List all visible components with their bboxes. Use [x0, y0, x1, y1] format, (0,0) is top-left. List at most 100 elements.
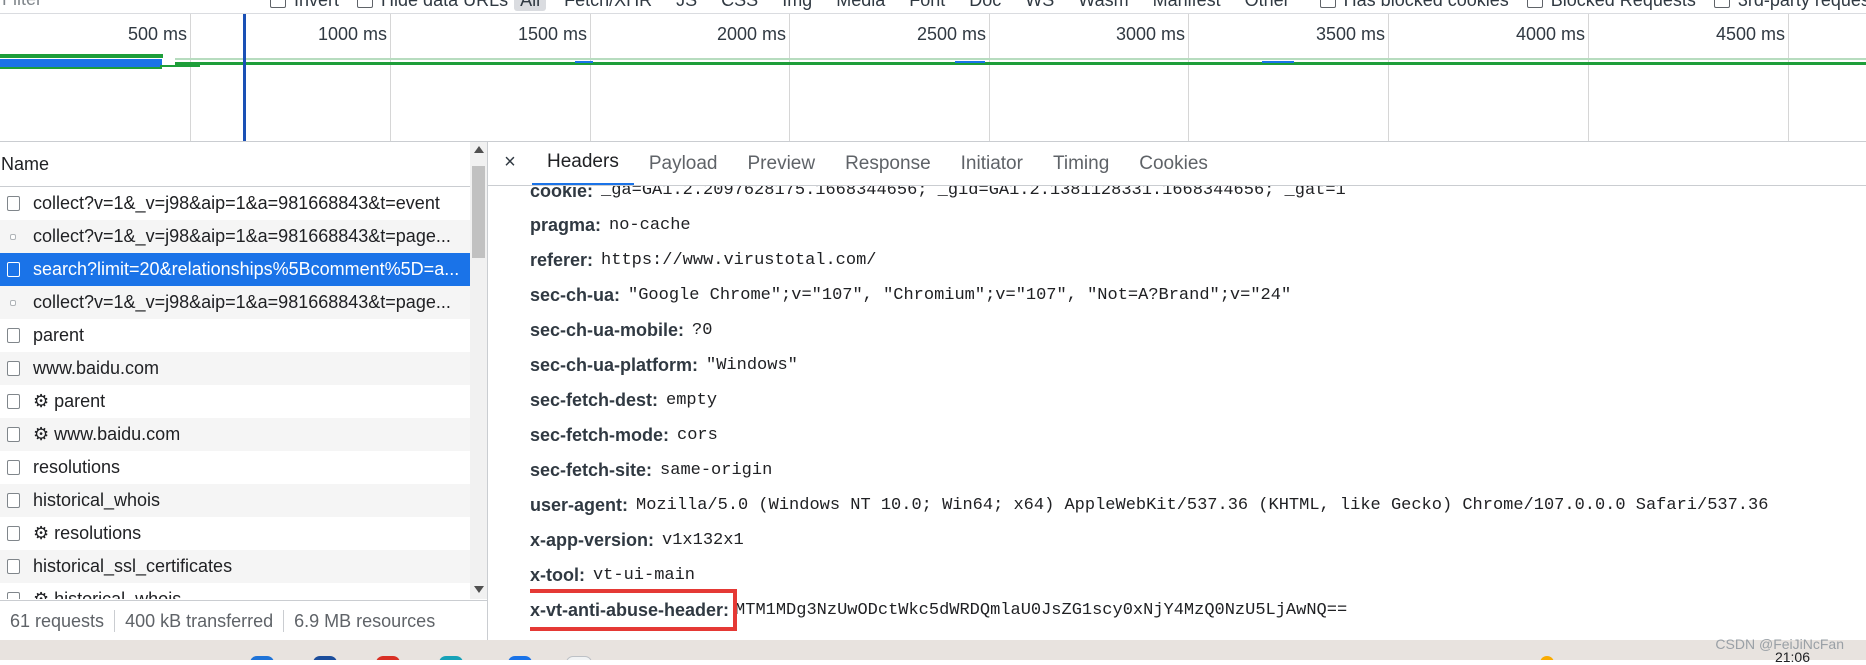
- request-row[interactable]: resolutions: [0, 451, 470, 484]
- network-summary-bar: 61 requests 400 kB transferred 6.9 MB re…: [0, 600, 487, 641]
- header-name: cookie:: [530, 186, 594, 201]
- request-row[interactable]: ⚙ www.baidu.com: [0, 418, 470, 451]
- chip-js[interactable]: JS: [670, 0, 703, 11]
- filter-toolbar: Filter Invert Hide data URLs All Fetch/X…: [0, 0, 1866, 14]
- app-icon[interactable]: [313, 656, 337, 660]
- app-icon[interactable]: [250, 656, 274, 660]
- chip-img[interactable]: Img: [776, 0, 818, 11]
- tab-timing[interactable]: Timing: [1038, 144, 1124, 185]
- timeline-bar: [1262, 61, 1294, 63]
- request-row[interactable]: collect?v=1&_v=j98&aip=1&a=981668843&t=p…: [0, 220, 470, 253]
- scroll-up-icon[interactable]: [474, 146, 484, 153]
- request-name: ⚙ historical_whois: [33, 589, 182, 599]
- chip-css[interactable]: CSS: [715, 0, 764, 11]
- header-value: https://www.virustotal.com/: [601, 251, 877, 270]
- blocked-requests-checkbox[interactable]: [1526, 0, 1543, 8]
- image-icon: [10, 299, 16, 306]
- document-icon: [7, 328, 20, 343]
- document-icon: [7, 559, 20, 574]
- timeline-label-3500: 3500 ms: [1315, 24, 1385, 44]
- name-column-header[interactable]: Name: [0, 142, 471, 187]
- chip-media[interactable]: Media: [830, 0, 891, 11]
- timeline-bar: [955, 61, 985, 63]
- hide-data-urls-checkbox[interactable]: [357, 0, 374, 8]
- request-count: 61 requests: [10, 610, 105, 631]
- header-row: x-app-version: v1x132x1: [530, 523, 1860, 558]
- chip-ws[interactable]: WS: [1019, 0, 1060, 11]
- header-name: referer:: [530, 250, 594, 270]
- header-value: empty: [666, 391, 718, 410]
- tab-payload[interactable]: Payload: [634, 144, 733, 185]
- close-icon[interactable]: ×: [488, 142, 532, 185]
- header-row: user-agent: Mozilla/5.0 (Windows NT 10.0;…: [530, 488, 1860, 523]
- timeline-label-500: 500 ms: [127, 24, 187, 44]
- timeline-label-1500: 1500 ms: [517, 24, 587, 44]
- app-icon[interactable]: [508, 656, 532, 660]
- request-row[interactable]: search?limit=20&relationships%5Bcomment%…: [0, 253, 470, 286]
- timeline-label-1000: 1000 ms: [317, 24, 387, 44]
- request-row[interactable]: ⚙ resolutions: [0, 517, 470, 550]
- header-row: sec-ch-ua-platform: "Windows": [530, 348, 1860, 383]
- header-value: vt-ui-main: [592, 566, 696, 585]
- request-list-pane: Name collect?v=1&_v=j98&aip=1&a=98166884…: [0, 142, 488, 641]
- request-row[interactable]: historical_ssl_certificates: [0, 550, 470, 583]
- chip-doc[interactable]: Doc: [963, 0, 1007, 11]
- chrome-icon[interactable]: [376, 656, 400, 660]
- request-row[interactable]: ⚙ parent: [0, 385, 470, 418]
- request-row[interactable]: ⚙ historical_whois: [0, 583, 470, 599]
- header-name: user-agent:: [530, 495, 629, 515]
- document-icon: [7, 196, 20, 211]
- timeline-bar: [160, 65, 200, 67]
- tab-headers[interactable]: Headers: [532, 142, 634, 185]
- third-party-label: 3rd-party requests: [1738, 0, 1866, 11]
- request-row[interactable]: www.baidu.com: [0, 352, 470, 385]
- image-icon: [10, 233, 16, 240]
- request-headers-list: cookie: _ga=GA1.2.2097628175.1668344656; …: [530, 186, 1860, 640]
- chip-all[interactable]: All: [514, 0, 547, 11]
- tray-icon[interactable]: [1540, 656, 1554, 660]
- chip-wasm[interactable]: Wasm: [1072, 0, 1134, 11]
- request-row[interactable]: collect?v=1&_v=j98&aip=1&a=981668843&t=e…: [0, 187, 470, 220]
- document-icon: [7, 493, 20, 508]
- tab-preview[interactable]: Preview: [733, 144, 831, 185]
- document-icon: [7, 526, 20, 541]
- request-name: collect?v=1&_v=j98&aip=1&a=981668843&t=e…: [33, 193, 440, 213]
- request-name: ⚙ resolutions: [33, 523, 142, 543]
- tab-initiator[interactable]: Initiator: [946, 144, 1038, 185]
- third-party-checkbox[interactable]: [1713, 0, 1730, 8]
- header-row: x-tool: vt-ui-main: [530, 558, 1860, 593]
- header-value: v1x132x1: [662, 531, 744, 550]
- header-name: sec-fetch-dest:: [530, 390, 659, 410]
- request-list: collect?v=1&_v=j98&aip=1&a=981668843&t=e…: [0, 187, 470, 599]
- request-detail-pane: × Headers Payload Preview Response Initi…: [488, 142, 1866, 640]
- filter-input[interactable]: Filter: [0, 0, 252, 11]
- app-icon[interactable]: [439, 656, 463, 660]
- invert-checkbox[interactable]: [270, 0, 286, 8]
- request-row[interactable]: parent: [0, 319, 470, 352]
- tab-cookies[interactable]: Cookies: [1124, 144, 1223, 185]
- header-name: x-app-version:: [530, 530, 655, 550]
- timeline-cursor[interactable]: [243, 14, 246, 141]
- header-row: sec-fetch-dest: empty: [530, 383, 1860, 418]
- chip-font[interactable]: Font: [903, 0, 951, 11]
- request-name: historical_whois: [33, 490, 161, 510]
- app-icon[interactable]: [566, 656, 592, 660]
- request-name: www.baidu.com: [33, 358, 160, 378]
- timeline-overview[interactable]: 500 ms 1000 ms 1500 ms 2000 ms 2500 ms 3…: [0, 14, 1866, 142]
- timeline-label-3000: 3000 ms: [1115, 24, 1185, 44]
- has-blocked-cookies-checkbox[interactable]: [1319, 0, 1336, 8]
- request-name: historical_ssl_certificates: [33, 556, 233, 576]
- request-row[interactable]: collect?v=1&_v=j98&aip=1&a=981668843&t=p…: [0, 286, 470, 319]
- chip-manifest[interactable]: Manifest: [1147, 0, 1227, 11]
- scroll-down-icon[interactable]: [474, 586, 484, 593]
- chip-other[interactable]: Other: [1239, 0, 1296, 11]
- request-list-scrollbar[interactable]: [470, 142, 487, 599]
- request-row[interactable]: historical_whois: [0, 484, 470, 517]
- scroll-thumb[interactable]: [472, 166, 485, 258]
- request-name: resolutions: [33, 457, 121, 477]
- timeline-label-4000: 4000 ms: [1515, 24, 1585, 44]
- chip-fetch-xhr[interactable]: Fetch/XHR: [558, 0, 658, 11]
- header-value: "Windows": [706, 356, 798, 375]
- request-name: parent: [33, 325, 85, 345]
- tab-response[interactable]: Response: [830, 144, 946, 185]
